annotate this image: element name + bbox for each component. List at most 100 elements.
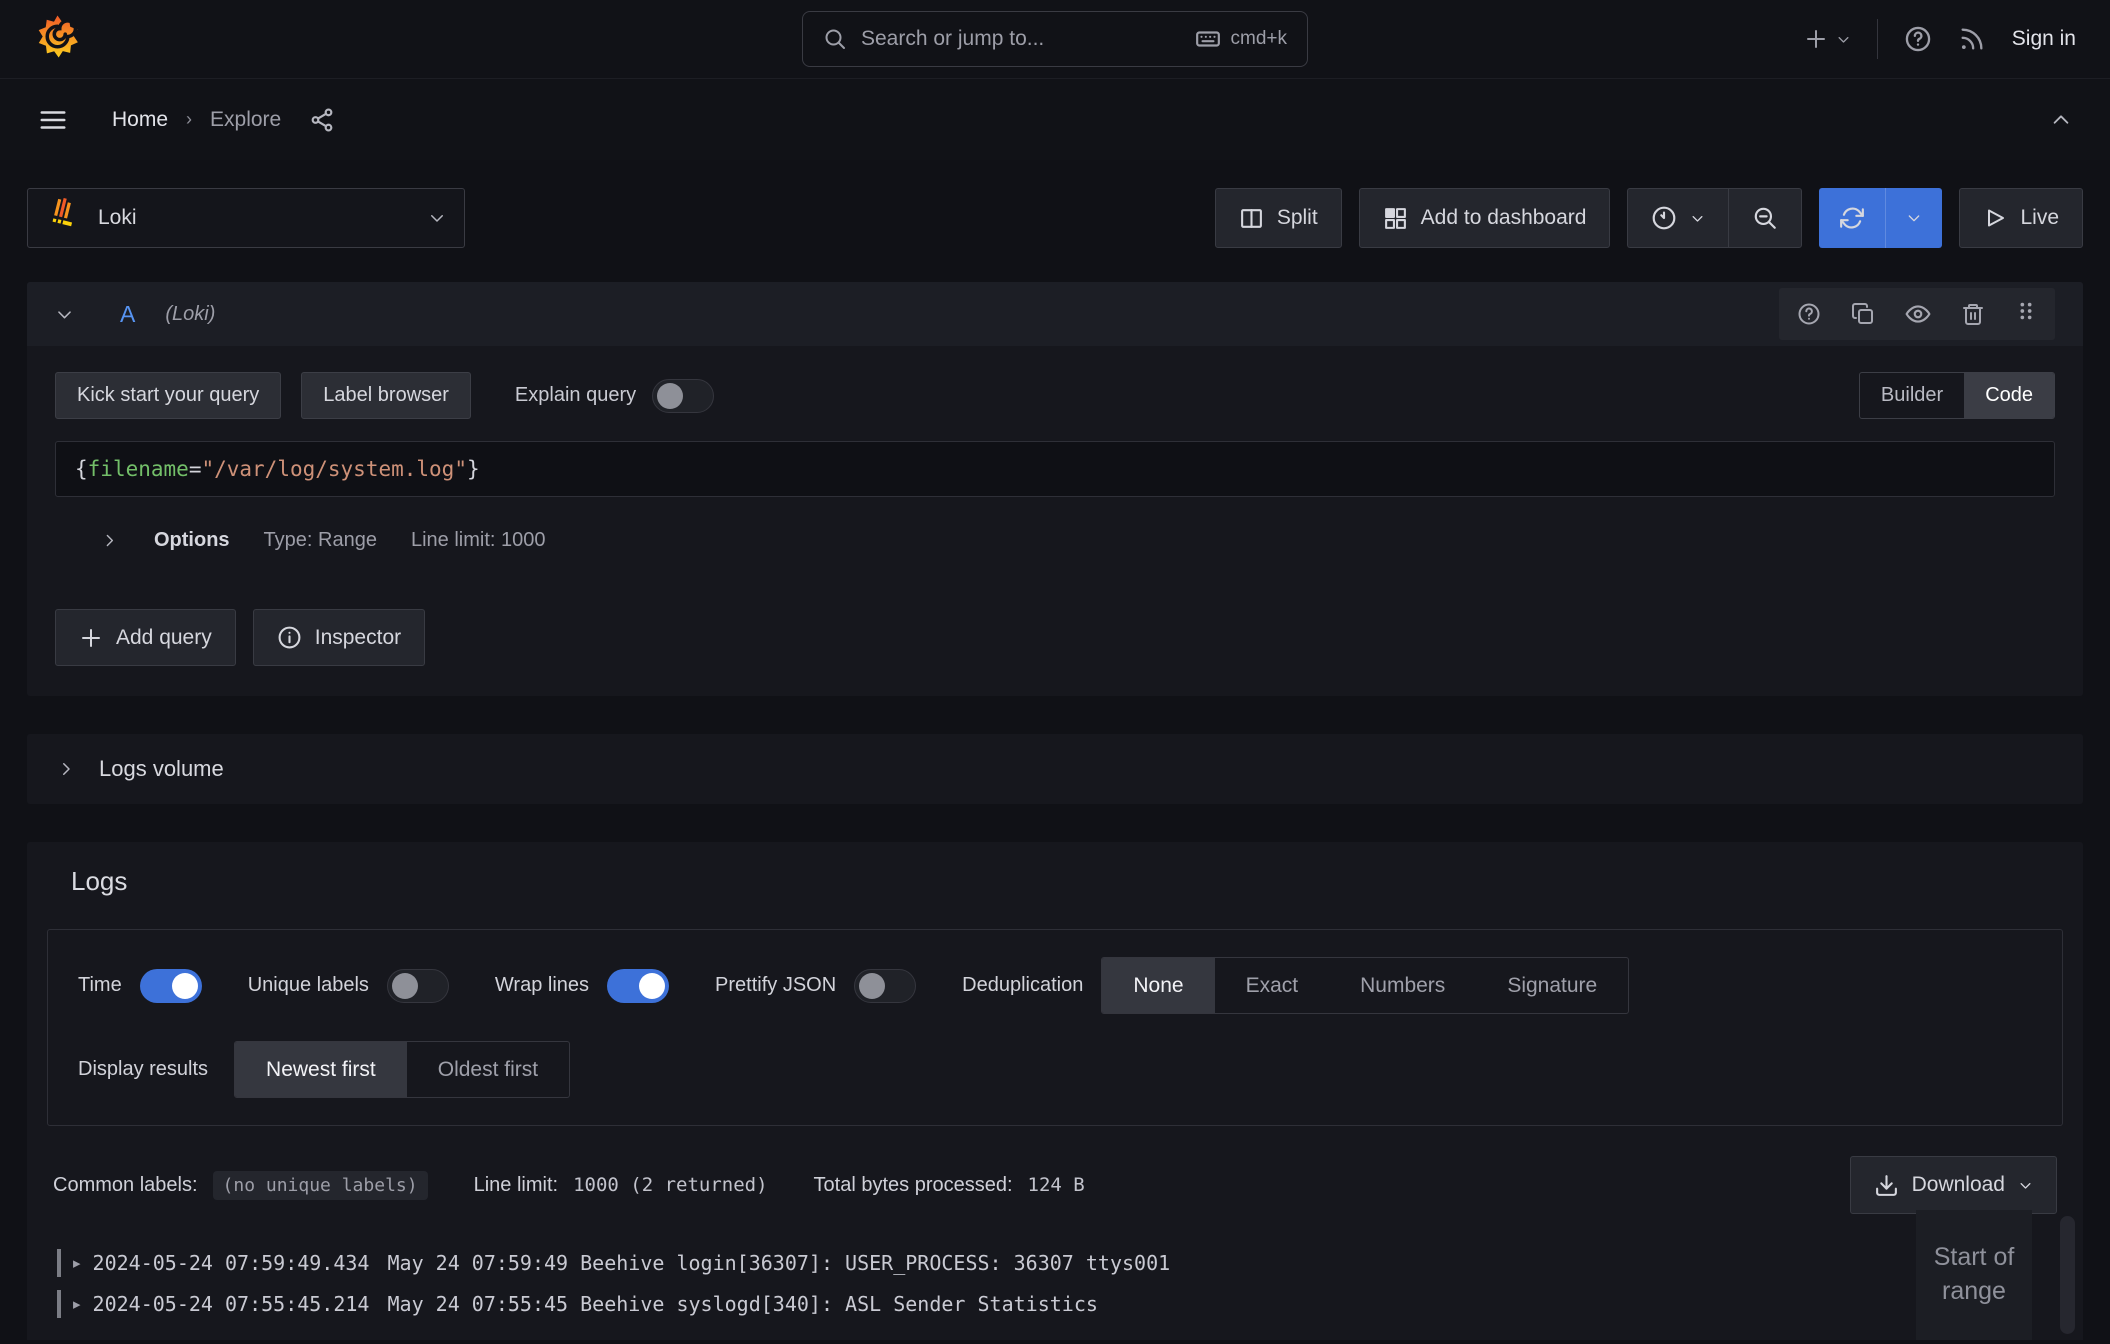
collapse-query-chevron-icon[interactable] — [55, 305, 74, 324]
query-help-icon[interactable] — [1797, 302, 1821, 326]
wrap-lines-toggle[interactable] — [607, 969, 669, 1003]
query-ref-id[interactable]: A — [120, 301, 135, 328]
code-mode-tab[interactable]: Code — [1964, 373, 2054, 418]
query-datasource-hint: (Loki) — [165, 303, 215, 326]
refresh-icon[interactable] — [1819, 188, 1885, 248]
breadcrumb-current: Explore — [210, 108, 281, 132]
common-labels-value: (no unique labels) — [213, 1171, 428, 1200]
plus-icon — [79, 626, 103, 650]
topbar-actions: Sign in — [1804, 19, 2076, 59]
chevron-down-icon — [2018, 1178, 2033, 1193]
log-expand-chevron-icon[interactable]: ▸ — [73, 1295, 81, 1313]
news-rss-icon[interactable] — [1958, 25, 1986, 53]
query-editor-body: Kick start your query Label browser Expl… — [27, 346, 2083, 696]
order-newest-first[interactable]: Newest first — [235, 1042, 407, 1097]
refresh-interval-chevron[interactable] — [1886, 188, 1942, 248]
label-browser-button[interactable]: Label browser — [301, 372, 471, 419]
total-bytes-label: Total bytes processed: — [814, 1174, 1013, 1197]
delete-query-trash-icon[interactable] — [1961, 302, 1985, 326]
download-label: Download — [1912, 1173, 2005, 1197]
options-expand-chevron-icon[interactable] — [101, 532, 118, 549]
log-navigation-start-of-range[interactable]: Start of range — [1916, 1210, 2032, 1340]
breadcrumb-home-link[interactable]: Home — [112, 108, 168, 132]
builder-mode-tab[interactable]: Builder — [1860, 373, 1964, 418]
menu-hamburger-icon[interactable] — [38, 105, 68, 135]
logql-query-input[interactable]: {filename="/var/log/system.log"} — [55, 441, 2055, 497]
log-level-bar — [57, 1290, 61, 1318]
chevron-down-icon — [428, 209, 446, 227]
query-row-actions — [1779, 288, 2055, 340]
log-row[interactable]: ▸ 2024-05-24 07:55:45.214 May 24 07:55:4… — [57, 1283, 2063, 1324]
collapse-panel-chevron-up-icon[interactable] — [2050, 109, 2072, 131]
help-icon[interactable] — [1904, 25, 1932, 53]
add-query-button[interactable]: Add query — [55, 609, 236, 666]
prettify-json-toggle[interactable] — [854, 969, 916, 1003]
logs-display-controls: Time Unique labels Wrap lines Prettify J… — [47, 929, 2063, 1126]
unique-labels-toggle[interactable] — [387, 969, 449, 1003]
download-button[interactable]: Download — [1850, 1156, 2057, 1214]
log-row[interactable]: ▸ 2024-05-24 07:59:49.434 May 24 07:59:4… — [57, 1242, 2063, 1283]
duplicate-query-icon[interactable] — [1851, 302, 1875, 326]
chevron-down-icon — [1836, 32, 1851, 47]
dedup-option-exact[interactable]: Exact — [1215, 958, 1330, 1013]
log-navigation-scrollbar[interactable] — [2060, 1216, 2075, 1334]
time-toggle[interactable] — [140, 969, 202, 1003]
explain-query-label: Explain query — [515, 384, 636, 407]
kick-start-query-button[interactable]: Kick start your query — [55, 372, 281, 419]
live-button[interactable]: Live — [1959, 188, 2083, 248]
clock-icon — [1651, 205, 1677, 231]
logs-volume-expand-chevron-icon[interactable] — [57, 760, 75, 778]
share-icon[interactable] — [309, 107, 335, 133]
expr-label-name: filename — [88, 457, 189, 481]
add-to-dashboard-button[interactable]: Add to dashboard — [1359, 188, 1611, 248]
explain-query-toggle[interactable] — [652, 379, 714, 413]
top-nav-bar: Search or jump to... cmd+k Sign in — [0, 0, 2110, 78]
dedup-option-signature[interactable]: Signature — [1476, 958, 1628, 1013]
logs-volume-section[interactable]: Logs volume — [27, 734, 2083, 804]
explain-query-control: Explain query — [515, 379, 714, 413]
log-timestamp: 2024-05-24 07:55:45.214 — [93, 1292, 370, 1316]
drag-handle-icon[interactable] — [2015, 299, 2037, 329]
common-labels-label: Common labels: — [53, 1174, 198, 1197]
logs-panel-title: Logs — [47, 866, 2063, 897]
toggle-visibility-eye-icon[interactable] — [1905, 301, 1931, 327]
logs-panel: Logs Time Unique labels Wrap lines Prett… — [27, 842, 2083, 1340]
new-menu-button[interactable] — [1804, 27, 1851, 51]
search-placeholder: Search or jump to... — [861, 27, 1044, 51]
query-options-row[interactable]: Options Type: Range Line limit: 1000 — [55, 517, 2055, 563]
options-limit-summary: Line limit: 1000 — [411, 529, 546, 552]
apps-grid-icon — [1383, 206, 1408, 231]
grafana-logo[interactable] — [34, 13, 81, 66]
datasource-name: Loki — [98, 206, 137, 230]
dedup-option-none[interactable]: None — [1102, 958, 1214, 1013]
options-label[interactable]: Options — [154, 529, 230, 552]
log-level-bar — [57, 1249, 61, 1277]
order-oldest-first[interactable]: Oldest first — [407, 1042, 569, 1097]
log-expand-chevron-icon[interactable]: ▸ — [73, 1254, 81, 1272]
explore-toolbar: Loki Split Add to dashboard — [0, 160, 2110, 248]
time-toggle-group: Time — [78, 969, 202, 1003]
search-shortcut-hint: cmd+k — [1231, 28, 1288, 50]
logs-volume-title: Logs volume — [99, 756, 224, 782]
inspector-button[interactable]: Inspector — [253, 609, 425, 666]
run-query-refresh-button[interactable] — [1819, 188, 1942, 248]
query-row-header[interactable]: A (Loki) — [27, 282, 2083, 346]
breadcrumb: Home › Explore — [112, 108, 281, 132]
expr-equals: = — [189, 457, 202, 481]
live-label: Live — [2020, 206, 2059, 230]
zoom-out-time-button[interactable] — [1728, 188, 1802, 248]
breadcrumb-bar: Home › Explore — [0, 78, 2110, 160]
play-icon — [1983, 206, 2007, 230]
split-button[interactable]: Split — [1215, 188, 1342, 248]
datasource-picker[interactable]: Loki — [27, 188, 465, 248]
global-search-input[interactable]: Search or jump to... cmd+k — [802, 11, 1308, 67]
time-picker-button[interactable] — [1627, 188, 1728, 248]
prettify-json-toggle-group: Prettify JSON — [715, 969, 916, 1003]
options-type-summary: Type: Range — [264, 529, 377, 552]
dedup-option-numbers[interactable]: Numbers — [1329, 958, 1476, 1013]
line-limit-value: 1000 (2 returned) — [573, 1174, 767, 1196]
time-toggle-label: Time — [78, 974, 122, 997]
inspector-label: Inspector — [315, 626, 401, 650]
sign-in-button[interactable]: Sign in — [2012, 27, 2076, 51]
divider — [1877, 19, 1878, 59]
